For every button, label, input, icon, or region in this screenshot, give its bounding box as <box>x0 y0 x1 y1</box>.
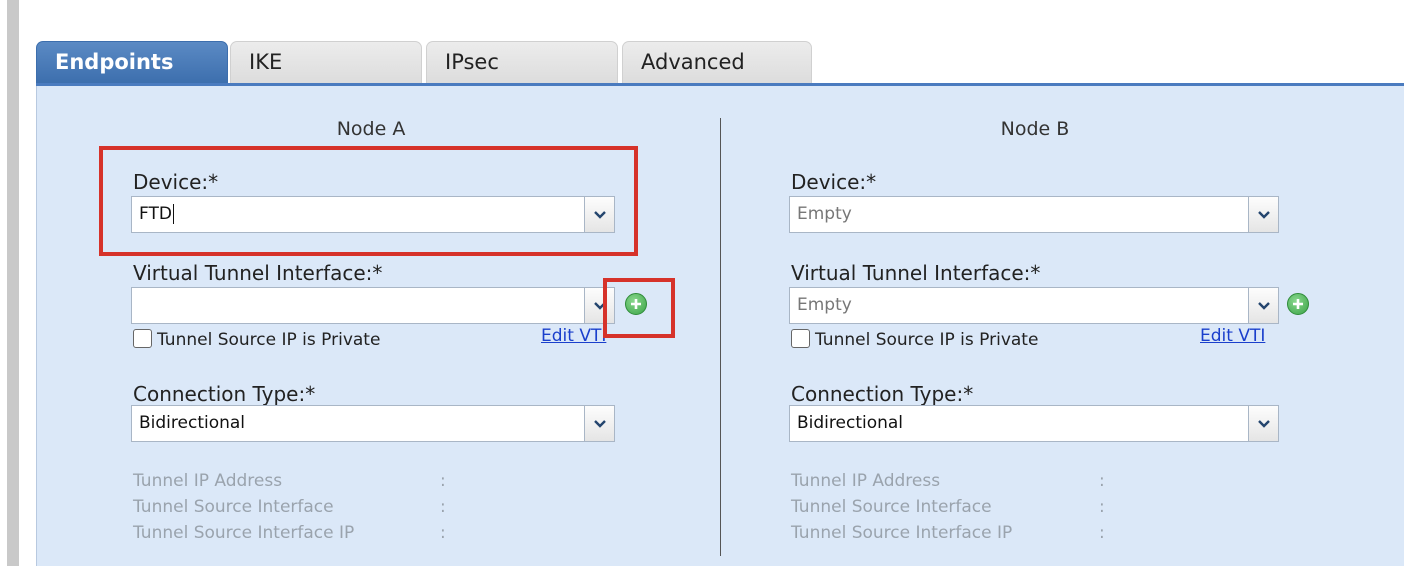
tab-ike[interactable]: IKE <box>230 41 422 84</box>
device-highlight-box <box>99 146 638 256</box>
chevron-down-icon[interactable] <box>584 406 614 441</box>
tab-endpoints[interactable]: Endpoints <box>36 41 228 84</box>
node-b-connection-type-value: Bidirectional <box>797 413 904 433</box>
node-b-tunnel-src-if-ip-label: Tunnel Source Interface IP <box>791 523 1013 543</box>
node-b-device-label: Device:* <box>791 170 877 194</box>
tab-advanced[interactable]: Advanced <box>622 41 812 84</box>
tab-bar: Endpoints IKE IPsec Advanced <box>36 40 1404 84</box>
chevron-down-icon[interactable] <box>1248 406 1278 441</box>
node-a-edit-vti-link[interactable]: Edit VTI <box>541 326 606 346</box>
node-b-connection-type-label: Connection Type:* <box>791 382 974 406</box>
node-a-connection-type-label: Connection Type:* <box>133 382 316 406</box>
tab-ipsec[interactable]: IPsec <box>426 41 618 84</box>
node-b-tunnel-private-label: Tunnel Source IP is Private <box>815 330 1039 350</box>
node-a-tunnel-src-if-label: Tunnel Source Interface <box>133 497 334 517</box>
node-a-tunnel-src-if-ip-label: Tunnel Source Interface IP <box>133 523 355 543</box>
node-b-tunnel-src-if-sep: : <box>1099 497 1105 517</box>
node-b-tunnel-ip-sep: : <box>1099 471 1105 491</box>
add-button-highlight-box <box>603 278 675 338</box>
add-vti-icon[interactable] <box>1287 293 1309 315</box>
node-a-connection-type-select[interactable]: Bidirectional <box>131 405 615 442</box>
node-b-tunnel-src-if-ip-sep: : <box>1099 523 1105 543</box>
node-b-device-value: Empty <box>797 204 852 224</box>
node-a-tunnel-ip-sep: : <box>440 471 446 491</box>
chevron-down-icon[interactable] <box>1248 197 1278 232</box>
left-scroll-edge <box>7 0 19 566</box>
node-b-tunnel-private-checkbox[interactable] <box>791 329 810 348</box>
node-b-tunnel-ip-label: Tunnel IP Address <box>791 471 941 491</box>
node-b-tunnel-src-if-label: Tunnel Source Interface <box>791 497 992 517</box>
node-a-tunnel-src-if-ip-sep: : <box>440 523 446 543</box>
node-a-vti-label: Virtual Tunnel Interface:* <box>133 261 383 285</box>
node-a-tunnel-ip-label: Tunnel IP Address <box>133 471 283 491</box>
node-a-tunnel-private-checkbox[interactable] <box>133 329 152 348</box>
node-b-vti-label: Virtual Tunnel Interface:* <box>791 261 1041 285</box>
node-b-vti-value: Empty <box>797 295 852 315</box>
chevron-down-icon[interactable] <box>1248 288 1278 323</box>
node-b-title: Node B <box>1000 118 1070 140</box>
node-a-connection-type-value: Bidirectional <box>139 413 246 433</box>
node-divider <box>720 118 721 556</box>
node-b-device-select[interactable]: Empty <box>789 196 1279 233</box>
node-b-vti-select[interactable]: Empty <box>789 287 1279 324</box>
node-a-tunnel-src-if-sep: : <box>440 497 446 517</box>
node-a-title: Node A <box>336 118 406 140</box>
node-b-edit-vti-link[interactable]: Edit VTI <box>1200 326 1265 346</box>
node-a-vti-select[interactable] <box>131 287 615 324</box>
node-b-connection-type-select[interactable]: Bidirectional <box>789 405 1279 442</box>
node-a-tunnel-private-label: Tunnel Source IP is Private <box>157 330 381 350</box>
